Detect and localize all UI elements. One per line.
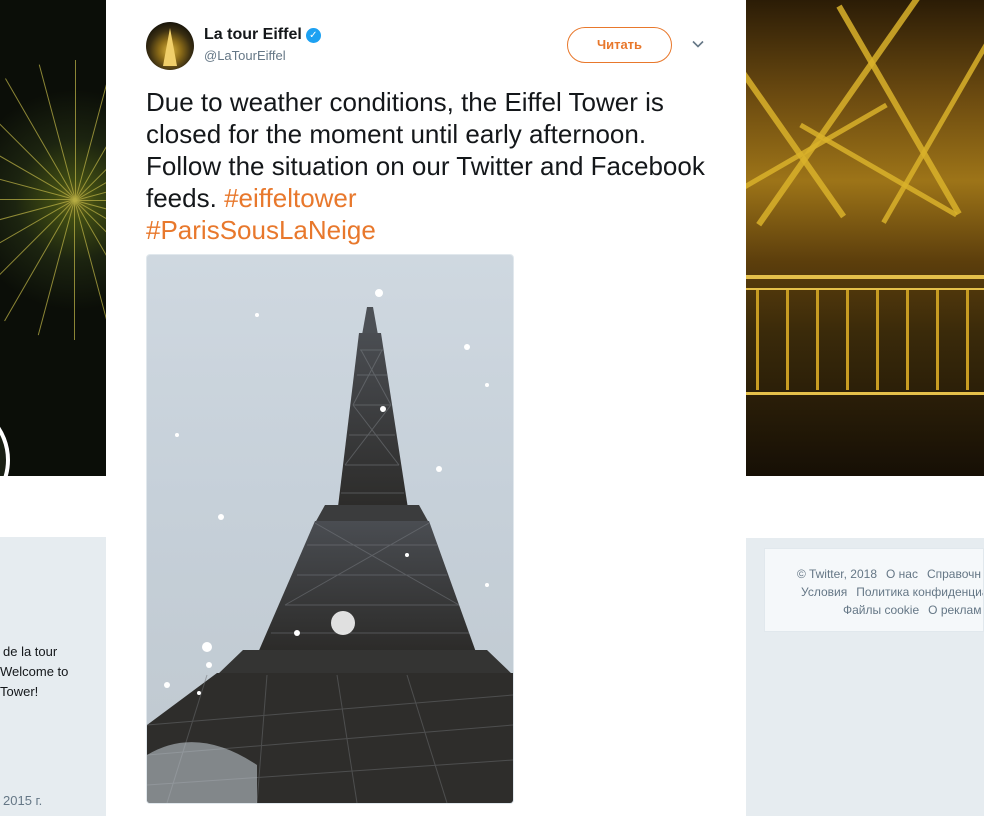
eiffel-tower-icon [163, 28, 177, 66]
tweet-permalink-card: La tour Eiffel ✓ @LaTourEiffel Читать Due… [106, 0, 746, 816]
footer-copyright: © Twitter, 2018 [797, 567, 877, 581]
tweet-author[interactable]: La tour Eiffel ✓ @LaTourEiffel [204, 26, 321, 63]
eiffel-tower-snow-photo [147, 289, 513, 803]
footer-link-terms[interactable]: Условия [801, 585, 847, 599]
tweet-photo[interactable] [146, 254, 514, 804]
bio-line: Tower! [0, 684, 39, 699]
profile-nav-bar-right [746, 476, 984, 538]
bio-line: de la tour [3, 644, 58, 659]
profile-header-image-left [0, 0, 106, 476]
footer-link-privacy[interactable]: Политика конфиденциа [856, 585, 983, 599]
site-footer: © Twitter, 2018 О нас Справочн Условия Поли… [764, 548, 984, 632]
verified-badge-icon: ✓ [305, 27, 321, 43]
profile-joined-date: 2015 г. [3, 793, 43, 808]
tweet-text: Due to weather conditions, the Eiffel To… [146, 86, 706, 246]
profile-nav-bar [0, 476, 106, 538]
author-screen-name[interactable]: @LaTourEiffel [204, 48, 321, 63]
tweet-author-avatar[interactable] [146, 22, 194, 70]
author-display-name[interactable]: La tour Eiffel [204, 26, 302, 44]
profile-bio: de la tour Welcome to Tower! [0, 642, 106, 702]
profile-avatar[interactable] [0, 400, 10, 476]
hashtag-link[interactable]: #ParisSousLaNeige [146, 215, 376, 245]
chevron-down-icon[interactable] [690, 36, 706, 52]
footer-link-cookies[interactable]: Файлы cookie [843, 603, 919, 617]
profile-header-image-right [746, 0, 984, 476]
follow-button[interactable]: Читать [567, 27, 672, 63]
bio-line: Welcome to [0, 664, 69, 679]
footer-link-about[interactable]: О нас [886, 567, 918, 581]
hashtag-link[interactable]: #eiffeltower [224, 183, 357, 213]
footer-link-ads[interactable]: О реклам [928, 603, 981, 617]
footer-link-help[interactable]: Справочн [927, 567, 981, 581]
